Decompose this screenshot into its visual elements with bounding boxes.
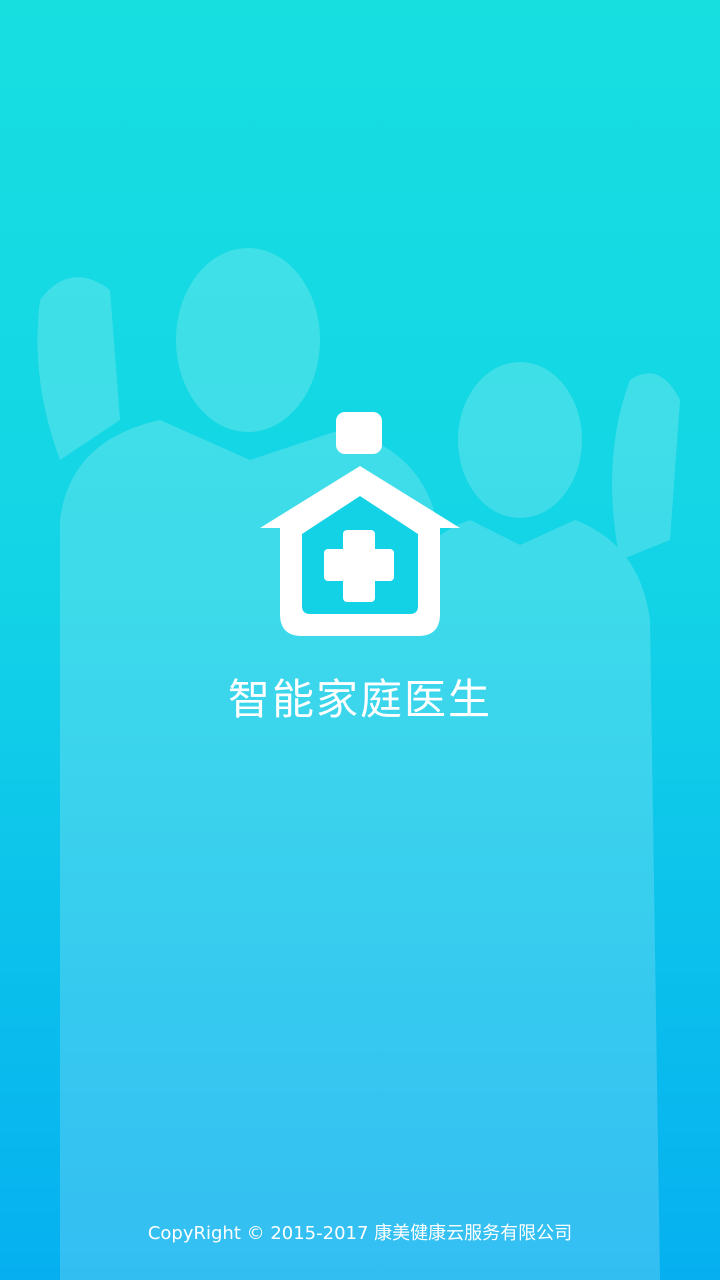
splash-screen: 智能家庭医生 CopyRight © 2015-2017 康美健康云服务有限公司 — [0, 0, 720, 1280]
app-name: 智能家庭医生 — [227, 675, 492, 724]
home-medical-cross-icon — [260, 412, 460, 636]
doctors-background-image — [37, 248, 680, 1280]
copyright-text: CopyRight © 2015-2017 康美健康云服务有限公司 — [147, 1223, 573, 1244]
